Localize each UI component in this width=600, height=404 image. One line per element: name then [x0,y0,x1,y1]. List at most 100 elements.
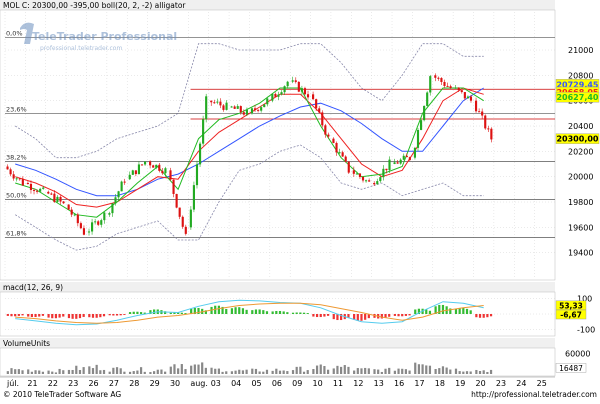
volume-bar [438,368,441,374]
volume-bar [286,371,289,374]
candle-body [393,162,396,164]
volume-bar [282,370,285,374]
x-tick-label: 27 [109,379,119,388]
volume-bar [112,367,115,374]
candle-body [283,86,286,93]
candle-body [385,168,388,171]
candle-body [140,164,144,166]
volume-bar [143,371,146,374]
candle-body [457,87,460,91]
volume-bar [336,365,339,374]
macd-histogram-bar [312,314,315,317]
candle-body [192,185,195,210]
candle-body [260,107,263,111]
macd-histogram-bar [302,312,306,314]
candle-body [56,196,59,202]
volume-bar [445,367,448,374]
candle-body [219,101,222,106]
macd-histogram-bar [21,314,24,316]
volume-y-tick-label: 60000 [565,349,590,358]
candle-body [210,100,213,103]
candle-body [449,86,452,89]
volume-bar [469,371,472,374]
volume-bar [62,370,65,374]
candle-body [97,221,100,225]
candle-body [184,226,187,234]
volume-bar [245,369,248,374]
candle-body [318,108,321,113]
candle-body [195,164,199,186]
volume-bar [169,366,172,374]
volume-bar [353,370,356,374]
macd-histogram-bar [393,314,396,316]
x-tick-label: aug. [190,379,208,388]
candle-body [6,166,9,170]
candle-body [236,106,239,109]
candle-body [230,106,233,108]
candle-body [416,129,420,148]
macd-histogram-bar [299,312,302,314]
x-tick-label: 19 [455,379,465,388]
volume-bar [78,369,82,374]
candle-body [423,105,426,121]
candle-body [213,102,216,104]
volume-bar [91,368,95,374]
macd-histogram-bar [332,314,335,320]
volume-bar [343,365,346,374]
x-tick-label: 21 [27,379,37,388]
candle-body [263,104,266,108]
volume-bar [441,366,445,374]
candle-body [79,223,82,229]
macd-histogram-bar [132,311,135,314]
candle-body [338,152,341,154]
volume-bar [458,371,461,374]
x-tick-label: 06 [272,379,282,388]
candle-body [131,170,134,175]
x-tick-label: júl. [6,379,19,388]
macd-histogram-bar [295,312,298,314]
macd-histogram-bar [241,308,245,314]
candle-body [368,180,371,182]
volume-bar [454,368,458,374]
candle-body [315,99,318,109]
volume-bar [153,371,156,374]
candle-body [94,221,97,223]
candle-body [490,128,493,140]
macd-histogram-bar [326,314,330,316]
candle-body [253,108,257,110]
volume-bar [315,365,319,374]
candle-body [294,80,297,82]
macd-histogram-bar [123,314,126,315]
volume-bar [347,366,350,374]
candle-body [108,213,111,215]
volume-bar [326,369,330,374]
macd-histogram-bar [34,314,37,318]
volume-bar [377,369,380,374]
candle-body [114,197,117,204]
candle-body [164,168,167,174]
macd-value-label: -6,67 [560,311,582,320]
macd-histogram-bar [51,314,54,319]
candle-body [189,209,192,228]
volume-bar [295,366,298,374]
candle-body [257,109,260,111]
macd-histogram-bar [115,314,119,316]
volume-bar [475,369,478,374]
candle-body [62,201,65,204]
candle-body [225,102,228,110]
volume-bar [204,367,207,374]
volume-bar [364,367,367,374]
candle-body [87,231,91,233]
macd-histogram-bar [230,308,234,314]
volume-bar [373,369,376,374]
candle-body [399,159,402,164]
volume-bar [217,368,220,374]
macd-histogram-bar [356,314,359,321]
macd-histogram-bar [54,314,58,319]
macd-y-tick-label: -100 [577,325,595,334]
volume-bar [184,369,187,374]
volume-bar [99,370,102,374]
footer-url: http://professional.teletrader.com [471,390,597,399]
candle-body [396,162,399,164]
macd-histogram-bar [136,311,139,314]
